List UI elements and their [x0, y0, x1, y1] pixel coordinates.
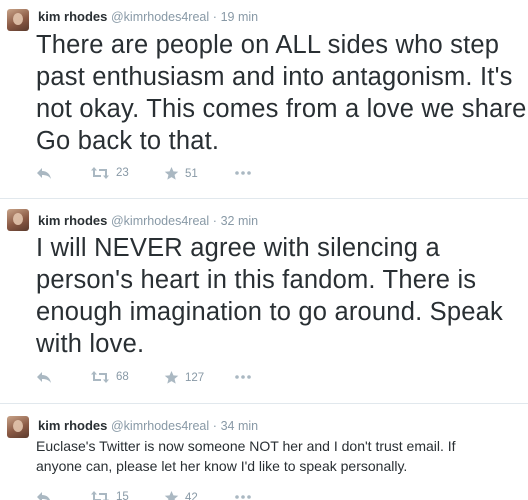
- author-handle[interactable]: @kimrhodes4real: [111, 214, 209, 228]
- favorite-count: 51: [185, 167, 198, 180]
- favorite-button[interactable]: 42: [164, 490, 198, 500]
- tweet-header: kim rhodes @kimrhodes4real · 32 min: [38, 213, 258, 229]
- tweet-text-line: not okay. This comes from a love we shar…: [36, 95, 528, 123]
- retweet-icon: [91, 491, 109, 500]
- more-button[interactable]: [234, 490, 252, 500]
- tweet[interactable]: kim rhodes @kimrhodes4real · 19 min Ther…: [0, 0, 528, 198]
- retweet-count: 15: [116, 491, 129, 500]
- tweet-text-line: past enthusiasm and into antagonism. It'…: [36, 63, 513, 91]
- timestamp[interactable]: 34 min: [221, 419, 259, 433]
- tweet-text: There are people on ALL sides who step pa…: [36, 29, 528, 157]
- reply-button[interactable]: [36, 370, 52, 384]
- tweet-header: kim rhodes @kimrhodes4real · 19 min: [38, 9, 258, 25]
- retweet-button[interactable]: 68: [90, 370, 129, 384]
- avatar[interactable]: [7, 416, 29, 438]
- tweet-actions: 23 51: [36, 166, 296, 186]
- favorite-button[interactable]: 127: [164, 370, 204, 385]
- more-button[interactable]: [234, 166, 252, 180]
- tweet-actions: 68 127: [36, 370, 296, 390]
- author-handle[interactable]: @kimrhodes4real: [111, 10, 209, 24]
- retweet-button[interactable]: 15: [90, 490, 129, 500]
- tweet-text-line: Euclase's Twitter is now someone NOT her…: [36, 438, 456, 454]
- retweet-count: 23: [116, 167, 129, 179]
- star-icon: [164, 166, 179, 180]
- avatar[interactable]: [7, 209, 29, 231]
- reply-icon: [37, 168, 51, 179]
- retweet-icon: [91, 167, 109, 179]
- separator-dot: ·: [212, 214, 217, 228]
- tweet-text: Euclase's Twitter is now someone NOT her…: [36, 436, 528, 476]
- tweet[interactable]: kim rhodes @kimrhodes4real · 32 min I wi…: [0, 199, 528, 403]
- retweet-icon: [91, 371, 109, 383]
- avatar[interactable]: [7, 9, 29, 31]
- tweet-text: I will NEVER agree with silencing a perso…: [36, 232, 528, 360]
- tweet-text-line: Go back to that.: [36, 127, 220, 155]
- tweet[interactable]: kim rhodes @kimrhodes4real · 34 min Eucl…: [0, 404, 528, 500]
- reply-button[interactable]: [36, 166, 52, 180]
- favorite-button[interactable]: 51: [164, 166, 198, 181]
- more-icon: [235, 171, 251, 175]
- separator-dot: ·: [212, 419, 217, 433]
- tweet-text-line: person's heart in this fandom. There is: [36, 266, 477, 294]
- retweet-button[interactable]: 23: [90, 166, 129, 180]
- timestamp[interactable]: 32 min: [221, 214, 259, 228]
- more-button[interactable]: [234, 370, 252, 384]
- retweet-count: 68: [116, 371, 129, 383]
- author-handle[interactable]: @kimrhodes4real: [111, 419, 209, 433]
- separator-dot: ·: [212, 10, 217, 24]
- star-icon: [164, 490, 179, 500]
- author-name[interactable]: kim rhodes: [38, 418, 107, 433]
- tweet-text-line: anyone can, please let her know I'd like…: [36, 458, 408, 474]
- tweet-text-line: I will NEVER agree with silencing a: [36, 234, 440, 262]
- favorite-count: 127: [185, 371, 205, 384]
- star-icon: [164, 370, 179, 384]
- author-name[interactable]: kim rhodes: [38, 213, 107, 228]
- reply-icon: [37, 492, 51, 500]
- more-icon: [235, 375, 251, 379]
- favorite-count: 42: [185, 491, 198, 500]
- tweet-header: kim rhodes @kimrhodes4real · 34 min: [38, 418, 258, 434]
- tweet-actions: 15 42: [36, 490, 296, 500]
- reply-icon: [37, 372, 51, 383]
- reply-button[interactable]: [36, 490, 52, 500]
- more-icon: [235, 495, 251, 499]
- tweet-text-line: enough imagination to go around. Speak: [36, 298, 503, 326]
- tweet-text-line: There are people on ALL sides who step: [36, 31, 500, 59]
- timestamp[interactable]: 19 min: [221, 10, 259, 24]
- tweet-text-line: with love.: [36, 330, 145, 358]
- author-name[interactable]: kim rhodes: [38, 9, 107, 24]
